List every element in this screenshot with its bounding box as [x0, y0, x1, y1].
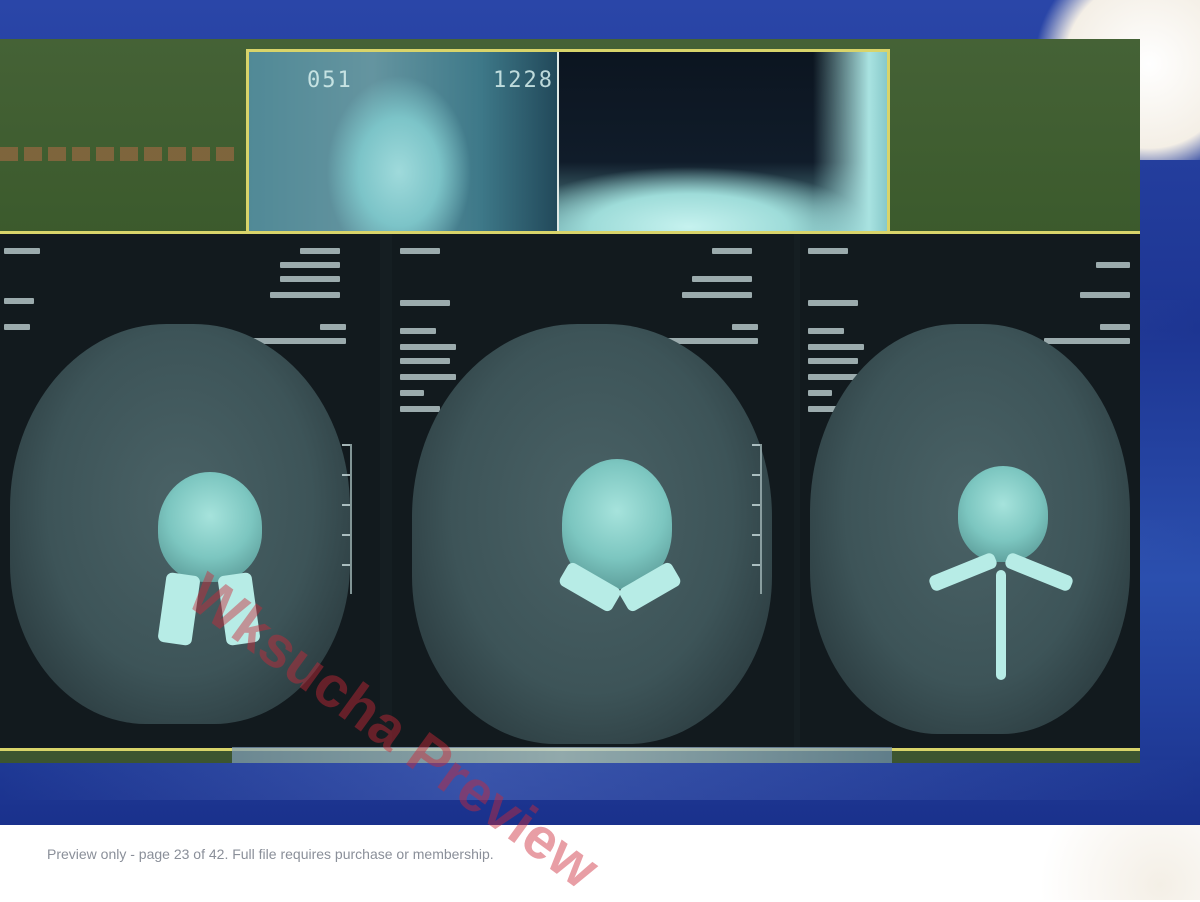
ct-annotation — [320, 324, 346, 330]
ct-annotation — [1096, 262, 1130, 268]
ct-annotation — [400, 328, 436, 334]
ct-annotation — [808, 344, 864, 350]
ct-annotation — [400, 406, 440, 412]
ct-annotation — [400, 358, 450, 364]
ct-annotation — [270, 292, 340, 298]
ct-annotation — [808, 390, 832, 396]
ct-annotation — [808, 328, 844, 334]
ct-scale-ruler — [342, 444, 352, 594]
vertebra — [158, 472, 262, 582]
ct-annotation — [4, 248, 40, 254]
ct-annotation — [400, 248, 440, 254]
ct-annotation — [1080, 292, 1130, 298]
footer-glow — [1000, 825, 1200, 900]
background-streak — [0, 760, 1200, 800]
ct-annotation — [1044, 338, 1130, 344]
xray-film-top: 051 1228 — [246, 49, 890, 249]
preview-notice: Preview only - page 23 of 42. Full file … — [47, 846, 494, 862]
ct-annotation — [400, 374, 456, 380]
ct-slice-panel-3 — [800, 234, 1140, 748]
film-side-label — [0, 147, 240, 161]
ct-annotation — [808, 358, 858, 364]
ct-scale-ruler — [752, 444, 762, 594]
ct-annotation — [712, 248, 752, 254]
ct-annotation — [808, 300, 858, 306]
ct-annotation — [400, 300, 450, 306]
ct-annotation — [4, 324, 30, 330]
ct-annotation — [808, 248, 848, 254]
film-marker-left: 051 — [307, 68, 353, 93]
xray-image-right — [559, 52, 887, 246]
ct-annotation — [682, 292, 752, 298]
vertebra — [958, 466, 1048, 562]
ct-annotation — [692, 276, 752, 282]
film-marker-right: 1228 — [493, 68, 554, 93]
ct-annotation — [1100, 324, 1130, 330]
ct-slice-panel-1 — [0, 234, 380, 748]
ct-annotation — [4, 298, 34, 304]
ct-annotation — [280, 276, 340, 282]
ct-film-strip — [0, 231, 1140, 751]
ct-annotation — [732, 324, 758, 330]
ct-annotation — [280, 262, 340, 268]
ct-annotation — [400, 390, 424, 396]
ct-annotation — [300, 248, 340, 254]
ct-slice-panel-2 — [392, 234, 794, 748]
spinous-process — [996, 570, 1006, 680]
ct-annotation — [400, 344, 456, 350]
film-bottom-edge — [232, 747, 892, 763]
medical-film-photo: 051 1228 — [0, 39, 1140, 763]
